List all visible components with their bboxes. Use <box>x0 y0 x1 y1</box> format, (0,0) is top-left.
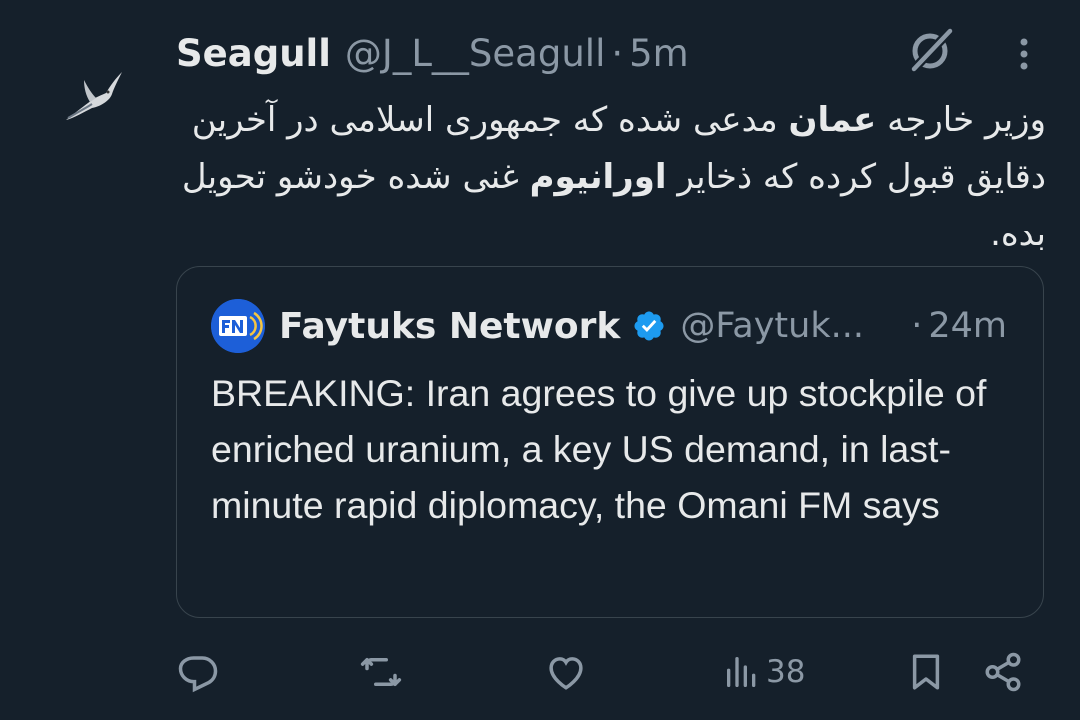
quote-text: BREAKING: Iran agrees to give up stockpi… <box>211 372 987 526</box>
views-icon <box>727 657 756 687</box>
tweet-text: وزیر خارجه عمان مدعی شده که جمهوری اسلام… <box>176 92 1046 263</box>
quoted-tweet[interactable]: Faytuks Network @Faytuk... · 24m BREAKIN… <box>176 266 1044 618</box>
tweet-text-bold-oman: عمان <box>788 100 877 140</box>
faytuks-logo-icon <box>211 299 265 353</box>
views-count: 38 <box>766 654 806 690</box>
action-bar: 38 <box>0 640 1080 704</box>
share-button[interactable] <box>982 650 1024 694</box>
tweet-timestamp[interactable]: 5m <box>629 32 689 75</box>
share-icon <box>985 652 1021 692</box>
quote-author-avatar[interactable] <box>211 299 265 353</box>
quote-timestamp[interactable]: 24m <box>928 306 1007 346</box>
reply-icon <box>178 656 218 693</box>
tweet-text-bold-uranium: اورانیوم <box>529 157 667 197</box>
bookmark-button[interactable] <box>905 650 947 694</box>
verified-badge-icon[interactable] <box>632 309 666 343</box>
like-button[interactable] <box>545 650 587 694</box>
like-icon <box>549 657 583 690</box>
author-handle[interactable]: @J_L__Seagull <box>345 32 605 75</box>
retweet-icon <box>360 658 402 686</box>
quote-author-display-name[interactable]: Faytuks Network <box>279 306 620 347</box>
tweet-header: Seagull @J_L__Seagull · 5m <box>176 28 689 78</box>
more-vertical-icon[interactable] <box>1004 32 1044 76</box>
tweet-text-segment: وزیر خارجه <box>876 100 1046 140</box>
tweet[interactable]: Seagull @J_L__Seagull · 5m وزیر خارجه عم… <box>0 0 1080 720</box>
grok-icon[interactable] <box>905 26 955 76</box>
quote-author-handle[interactable]: @Faytuk... <box>680 306 864 346</box>
bookmark-icon <box>912 654 940 690</box>
quote-header: Faytuks Network @Faytuk... · 24m <box>279 301 1007 351</box>
retweet-button[interactable] <box>360 650 402 694</box>
reply-button[interactable] <box>177 650 219 694</box>
author-avatar[interactable] <box>62 66 126 130</box>
views-button[interactable]: 38 <box>722 650 805 694</box>
separator-dot: · <box>911 306 923 346</box>
author-display-name[interactable]: Seagull <box>176 32 331 75</box>
separator-dot: · <box>611 31 624 75</box>
seagull-icon <box>66 72 122 120</box>
